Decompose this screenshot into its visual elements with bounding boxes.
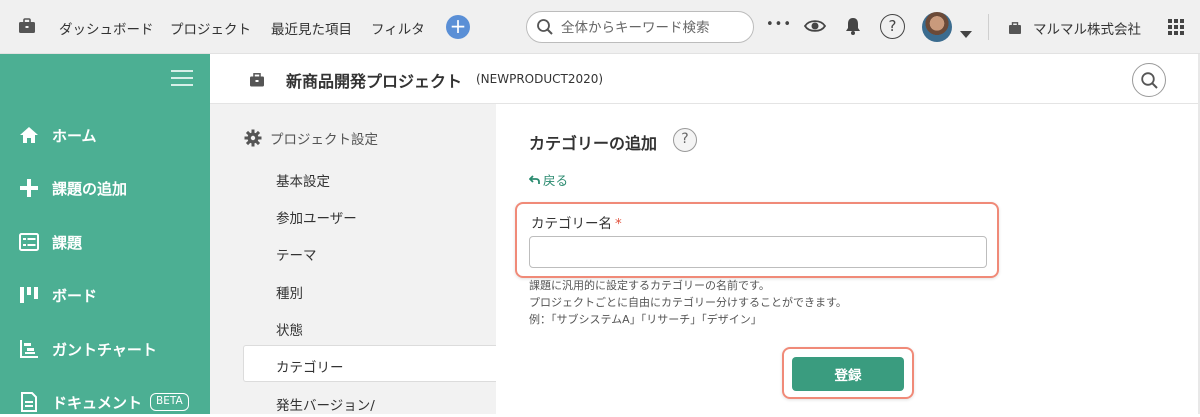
project-header: 新商品開発プロジェクト (NEWPRODUCT2020) xyxy=(210,54,1198,104)
gear-icon xyxy=(244,129,262,147)
sidebar-item-board[interactable]: ボード xyxy=(18,280,97,310)
settings-item-members[interactable]: 参加ユーザー xyxy=(276,207,357,227)
list-icon xyxy=(18,231,40,253)
register-button[interactable]: 登録 xyxy=(792,357,904,391)
sidebar-item-home[interactable]: ホーム xyxy=(18,120,97,150)
header-divider xyxy=(988,14,989,40)
beta-badge: BETA xyxy=(150,393,189,411)
sidebar-item-gantt-chart[interactable]: ガントチャート xyxy=(18,334,157,364)
help-icon[interactable]: ? xyxy=(673,128,697,152)
company-icon xyxy=(1008,20,1022,39)
board-icon xyxy=(18,284,40,306)
company-name[interactable]: マルマル株式会社 xyxy=(1033,18,1141,38)
project-title[interactable]: 新商品開発プロジェクト xyxy=(286,68,462,92)
bell-icon[interactable] xyxy=(843,16,863,40)
plus-icon xyxy=(18,177,40,199)
more-icon[interactable]: ••• xyxy=(766,17,792,32)
user-avatar[interactable] xyxy=(922,12,952,42)
back-link[interactable]: 戻る xyxy=(528,170,569,189)
chevron-down-icon[interactable] xyxy=(960,24,972,43)
category-name-input[interactable] xyxy=(529,236,987,268)
nav-recent-items[interactable]: 最近見た項目 xyxy=(271,18,352,38)
global-search[interactable] xyxy=(526,11,754,43)
nav-filter[interactable]: フィルタ xyxy=(371,18,425,38)
hint-line-1: 課題に汎用的に設定するカテゴリーの名前です。 xyxy=(529,279,770,292)
settings-item-theme[interactable]: テーマ xyxy=(276,244,317,264)
project-search-button[interactable] xyxy=(1132,63,1166,97)
eye-icon[interactable] xyxy=(803,18,827,38)
page-title: カテゴリーの追加 xyxy=(529,134,658,153)
hamburger-menu-icon[interactable] xyxy=(171,69,193,91)
project-key: (NEWPRODUCT2020) xyxy=(476,72,604,86)
hint-line-2: プロジェクトごとに自由にカテゴリー分けすることができます。 xyxy=(529,296,847,309)
sidebar-item-documents[interactable]: ドキュメント BETA xyxy=(18,387,189,417)
settings-heading: プロジェクト設定 xyxy=(244,128,378,148)
document-icon xyxy=(18,391,40,413)
settings-item-statuses[interactable]: 状態 xyxy=(276,319,303,339)
sidebar-item-label: ホーム xyxy=(52,126,97,145)
briefcase-icon[interactable] xyxy=(18,18,36,38)
nav-projects[interactable]: プロジェクト xyxy=(170,18,251,38)
global-header: ダッシュボード プロジェクト 最近見た項目 フィルタ + ••• ? マルマル株… xyxy=(0,0,1200,54)
settings-item-versions[interactable]: 発生バージョン/ xyxy=(276,394,375,414)
sidebar-item-label: ボード xyxy=(52,286,98,305)
settings-item-issue-types[interactable]: 種別 xyxy=(276,282,303,302)
back-link-label: 戻る xyxy=(543,173,569,188)
required-mark: * xyxy=(615,216,622,232)
sidebar-item-label: 課題の追加 xyxy=(52,179,128,198)
settings-item-categories[interactable]: カテゴリー xyxy=(276,356,344,376)
project-briefcase-icon xyxy=(249,72,265,91)
project-settings-menu: プロジェクト設定 基本設定 参加ユーザー テーマ 種別 状態 カテゴリー 発生バ… xyxy=(210,104,496,414)
sidebar-item-add-issue[interactable]: 課題の追加 xyxy=(18,173,127,203)
help-icon[interactable]: ? xyxy=(880,14,905,39)
home-icon xyxy=(18,124,40,146)
hint-line-3: 例：「サブシステムA」「リサーチ」「デザイン」 xyxy=(529,313,762,326)
category-name-label-text: カテゴリー名 xyxy=(531,216,612,232)
category-name-label: カテゴリー名 * xyxy=(531,212,622,232)
sidebar: ホーム 課題の追加 課題 ボード ガントチャート ドキュメント BETA xyxy=(0,54,210,414)
search-icon xyxy=(1140,71,1159,94)
nav-dashboard[interactable]: ダッシュボード xyxy=(59,18,154,38)
sidebar-item-label: ガントチャート xyxy=(52,340,157,359)
back-arrow-icon xyxy=(528,173,540,188)
apps-grid-icon[interactable] xyxy=(1168,19,1184,39)
search-icon xyxy=(536,18,554,40)
global-search-input[interactable] xyxy=(561,18,747,38)
category-form: カテゴリーの追加 ? 戻る カテゴリー名 * 課題に汎用的に設定するカテゴリーの名… xyxy=(496,104,1198,414)
sidebar-item-label: 課題 xyxy=(52,233,83,252)
add-button[interactable]: + xyxy=(446,15,470,39)
sidebar-item-label: ドキュメント xyxy=(52,393,143,412)
settings-item-basic[interactable]: 基本設定 xyxy=(276,170,330,190)
settings-heading-label: プロジェクト設定 xyxy=(270,132,378,148)
gantt-icon xyxy=(18,338,40,360)
sidebar-item-issues[interactable]: 課題 xyxy=(18,227,82,257)
